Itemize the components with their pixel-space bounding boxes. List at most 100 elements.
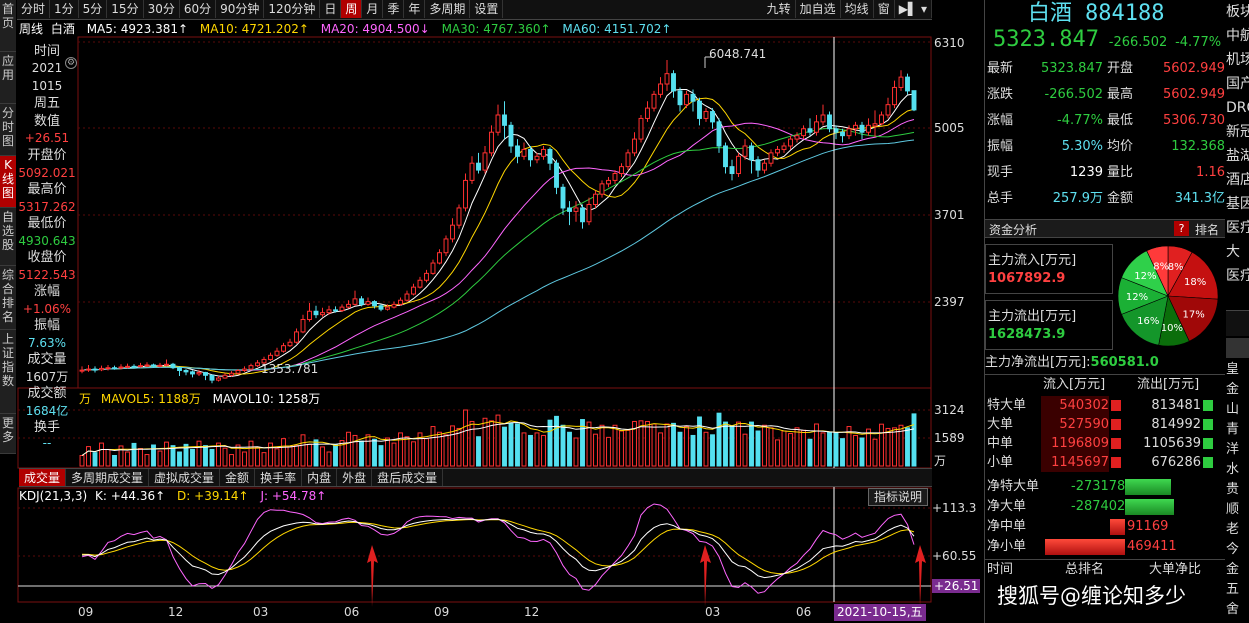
indicator-tab-3[interactable]: 金额 [220, 469, 256, 486]
candle [781, 142, 787, 153]
sector-item-24[interactable]: 五 [1226, 580, 1249, 600]
left-tab-4[interactable]: 自选股 [0, 208, 16, 266]
x-tick-7: 06 [796, 605, 812, 619]
sector-item-6[interactable]: 盐湖 [1226, 144, 1249, 168]
indicator-tab-4[interactable]: 换手率 [255, 469, 303, 486]
sector-item-3[interactable]: 国产 [1226, 72, 1249, 96]
x-tick-6: 03 [705, 605, 721, 619]
volume-bar [729, 425, 735, 467]
sector-item-4[interactable]: DRG [1226, 96, 1249, 120]
volume-bar [268, 442, 273, 467]
volume-bar [79, 455, 85, 467]
order-row-1: 大单 527590 814992 [987, 415, 1225, 434]
sector-item-5[interactable]: 新冠 [1226, 120, 1249, 144]
sector-item-2[interactable]: 机场 [1226, 48, 1249, 72]
candle [131, 364, 137, 369]
quote-cell-0-1: 5323.847 [1040, 61, 1103, 76]
candle [482, 145, 488, 174]
indicator-tab-5[interactable]: 内盘 [302, 469, 338, 486]
left-tab-3[interactable]: K线图 [0, 156, 16, 208]
volume-bar [138, 448, 143, 467]
candle [736, 152, 741, 177]
info-label-11: 成交额 [27, 386, 67, 401]
candle [801, 125, 806, 140]
rank-button[interactable]: 排名 [1195, 221, 1219, 238]
volume-bar [736, 421, 741, 467]
left-tab-0[interactable]: 首页 [0, 0, 16, 52]
volume-bar [768, 427, 774, 467]
price-tick-2: 3701 [934, 208, 965, 222]
volume-bar [378, 445, 384, 467]
left-tab-5[interactable]: 综合排名 [0, 266, 16, 330]
volume-bar [502, 426, 507, 467]
indicator-tab-0[interactable]: 成交量 [19, 469, 67, 486]
sector-item-18[interactable]: 水 [1226, 460, 1249, 480]
left-tab-7[interactable]: 更多 [0, 414, 16, 454]
candle [911, 90, 917, 112]
in-marker [1111, 457, 1121, 468]
candle [528, 145, 533, 167]
info-value-4: 5092.021 [18, 166, 76, 180]
candle [755, 156, 761, 177]
sector-item-16[interactable]: 青 [1226, 420, 1249, 440]
candle [638, 114, 644, 143]
candle [463, 173, 468, 212]
sector-item-1[interactable]: 中航 [1226, 24, 1249, 48]
volume-bar [586, 421, 592, 467]
vol-tick-1: 1589 [934, 431, 965, 445]
info-label-3: 数值 [33, 114, 60, 129]
indicator-help-button[interactable]: 指标说明 [868, 488, 929, 506]
sector-item-7[interactable]: 酒店 [1226, 168, 1249, 192]
candle [105, 364, 111, 371]
candle [768, 149, 774, 167]
sector-item-19[interactable]: 贵 [1226, 480, 1249, 500]
kdj-tick-1: +60.55 [932, 549, 977, 563]
sector-item-15[interactable]: 山 [1226, 400, 1249, 420]
indicator-tab-2[interactable]: 虚拟成交量 [149, 469, 221, 486]
volume-bar [352, 434, 358, 467]
candle [476, 152, 481, 174]
left-tab-6[interactable]: 上证指数 [0, 330, 16, 414]
indicator-tab-1[interactable]: 多周期成交量 [66, 469, 150, 486]
sector-item-8[interactable]: 基因 [1226, 192, 1249, 216]
sector-item-0[interactable]: 板块 [1226, 0, 1249, 24]
sector-item-14[interactable]: 金 [1226, 380, 1249, 400]
volume-bar [333, 444, 338, 467]
sector-item-11[interactable]: 医疗 [1226, 264, 1249, 288]
sector-item-10[interactable]: 大 [1226, 240, 1249, 264]
sector-item-13[interactable]: 皇 [1226, 360, 1249, 380]
sector-item-25[interactable]: 舍 [1226, 600, 1249, 620]
sector-item-20[interactable]: 顺 [1226, 500, 1249, 520]
left-tab-1[interactable]: 应用 [0, 52, 16, 104]
volume-bar [242, 451, 247, 467]
indicator-tab-6[interactable]: 外盘 [337, 469, 373, 486]
in-marker [1111, 419, 1121, 430]
candle [144, 362, 150, 368]
signal-arrow-icon [367, 545, 378, 607]
candle [268, 352, 273, 361]
net-value: 469411 [1127, 539, 1177, 554]
info-label-5: 最高价 [27, 182, 67, 197]
price-tick-0: 6310 [934, 36, 965, 50]
kdj-tick-0: +113.3 [932, 501, 977, 515]
volume-bar [573, 437, 579, 467]
candle [255, 360, 260, 368]
volume-bar [827, 431, 832, 467]
volume-bar [554, 415, 559, 467]
sector-item-23[interactable]: 金 [1226, 560, 1249, 580]
sector-item-9[interactable]: 医疗 [1226, 216, 1249, 240]
sector-item-22[interactable]: 今 [1226, 540, 1249, 560]
candle [112, 365, 117, 370]
indicator-tab-7[interactable]: 盘后成交量 [372, 469, 444, 486]
sector-item-21[interactable]: 老 [1226, 520, 1249, 540]
settings-icon[interactable]: ⚙ [65, 57, 77, 69]
sector-item-17[interactable]: 洋 [1226, 440, 1249, 460]
info-label-12: 换手 [33, 420, 60, 435]
volume-bar [274, 448, 280, 467]
candle [508, 121, 514, 153]
help-icon[interactable]: ? [1174, 221, 1189, 236]
volume-bar [534, 432, 540, 467]
volume-bar [820, 432, 826, 467]
left-tab-2[interactable]: 分时图 [0, 104, 16, 156]
quote-row-0: 最新 5323.847 开盘 5602.949 [987, 58, 1225, 80]
